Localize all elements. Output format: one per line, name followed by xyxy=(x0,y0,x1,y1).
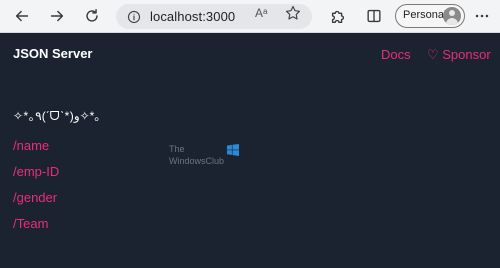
puzzle-icon xyxy=(331,10,345,23)
docs-link[interactable]: Docs xyxy=(381,47,411,62)
profile-button[interactable]: Personal xyxy=(395,4,465,28)
info-icon[interactable] xyxy=(126,9,141,24)
resource-link-gender[interactable]: /gender xyxy=(13,190,57,205)
watermark: The WindowsClub xyxy=(169,144,249,170)
sponsor-link[interactable]: ♡ Sponsor xyxy=(427,47,491,63)
emoticon-text: ✧*｡٩(ˊᗜˋ*)و✧*｡ xyxy=(13,109,101,123)
split-screen-button[interactable] xyxy=(362,4,386,28)
windows-logo-icon xyxy=(227,144,239,156)
more-menu-button[interactable] xyxy=(470,4,494,28)
refresh-button[interactable] xyxy=(80,4,104,28)
back-arrow-icon xyxy=(15,10,29,22)
read-aloud-icon[interactable]: Aᵃ xyxy=(255,6,267,20)
page-content: JSON Server Docs ♡ Sponsor ✧*｡٩(ˊᗜˋ*)و✧*… xyxy=(0,33,500,268)
back-button[interactable] xyxy=(10,4,34,28)
resource-link-team[interactable]: /Team xyxy=(13,216,48,231)
browser-window: localhost:3000 Aᵃ Personal JSON Server D… xyxy=(0,0,500,268)
resource-link-emp-id[interactable]: /emp-ID xyxy=(13,164,59,179)
brand-title: JSON Server xyxy=(13,46,93,61)
resource-link-name[interactable]: /name xyxy=(13,138,49,153)
refresh-icon xyxy=(86,8,98,22)
split-screen-icon xyxy=(367,9,381,23)
avatar-icon xyxy=(443,7,461,25)
address-bar[interactable]: localhost:3000 xyxy=(116,4,312,29)
address-url[interactable]: localhost:3000 xyxy=(150,9,235,24)
star-icon[interactable] xyxy=(284,4,302,22)
forward-arrow-icon xyxy=(50,10,64,22)
extensions-button[interactable] xyxy=(326,4,350,28)
profile-label: Personal xyxy=(403,9,447,21)
more-icon xyxy=(475,14,489,18)
watermark-line1: The xyxy=(169,144,185,154)
forward-button[interactable] xyxy=(45,4,69,28)
browser-toolbar: localhost:3000 Aᵃ Personal xyxy=(0,0,500,33)
watermark-line2: WindowsClub xyxy=(169,156,225,166)
